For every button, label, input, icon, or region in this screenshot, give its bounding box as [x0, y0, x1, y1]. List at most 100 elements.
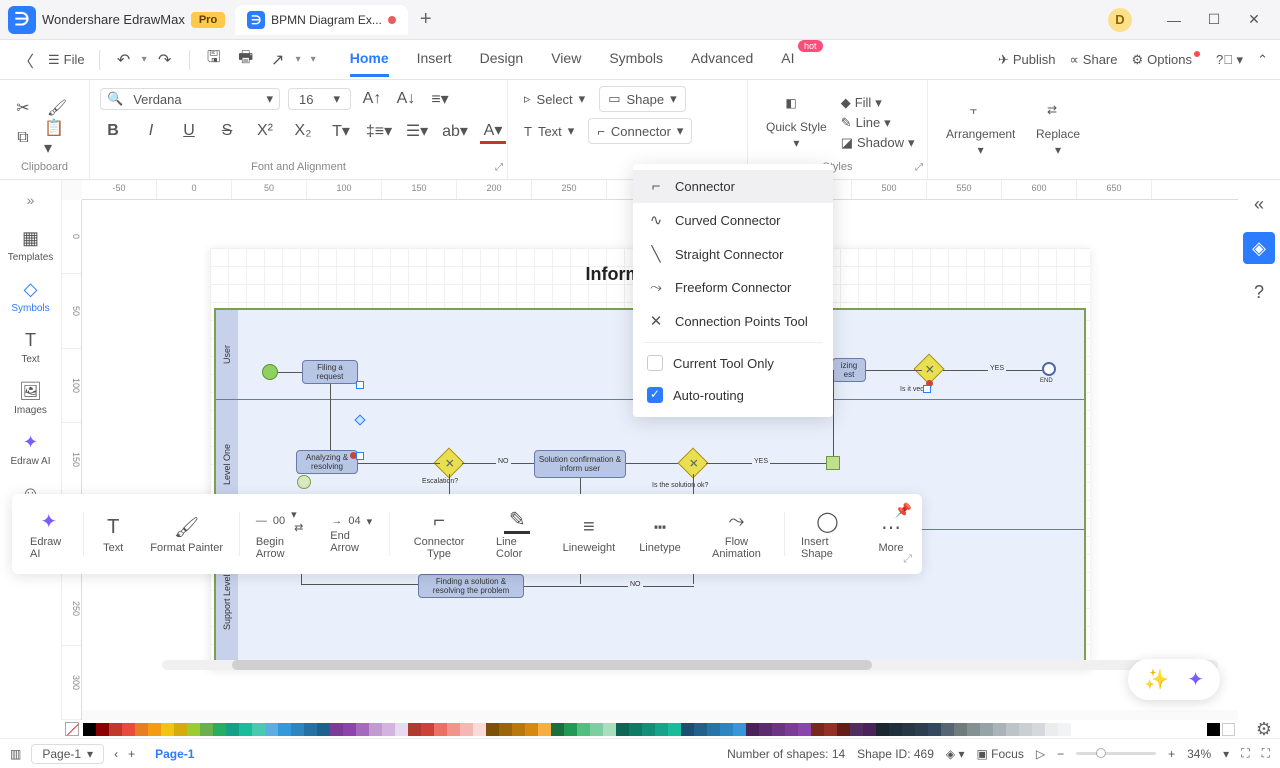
color-swatch[interactable]	[291, 723, 304, 736]
options-button[interactable]: ⚙ Options	[1132, 52, 1202, 68]
share-button[interactable]: ∝ Share	[1070, 52, 1118, 68]
quick-style-button[interactable]: ◧Quick Style▾	[758, 92, 835, 154]
color-swatch[interactable]	[681, 723, 694, 736]
color-swatch[interactable]	[941, 723, 954, 736]
ft-insert-shape[interactable]: ◯Insert Shape	[793, 504, 862, 564]
focus-button[interactable]: ▣ Focus	[977, 747, 1024, 761]
color-swatch[interactable]	[837, 723, 850, 736]
connector-tool[interactable]: ⌐ Connector ▾	[588, 118, 692, 144]
case-button[interactable]: ab▾	[442, 118, 468, 144]
arrangement-button[interactable]: ⫟Arrangement▾	[938, 99, 1023, 161]
color-swatch[interactable]	[772, 723, 785, 736]
freeform-connector-option[interactable]: ⤳Freeform Connector	[633, 271, 833, 304]
settings-gear-icon[interactable]: ⚙	[1256, 719, 1272, 740]
add-page-button[interactable]: +	[128, 747, 135, 761]
color-swatch[interactable]	[512, 723, 525, 736]
increase-font-button[interactable]: A↑	[359, 86, 385, 112]
color-swatch[interactable]	[694, 723, 707, 736]
font-size-select[interactable]: 16▾	[288, 88, 351, 110]
color-swatch[interactable]	[304, 723, 317, 736]
color-swatch[interactable]	[161, 723, 174, 736]
color-swatch[interactable]	[629, 723, 642, 736]
tab-ai[interactable]: AIhot	[781, 42, 794, 77]
tab-symbols[interactable]: Symbols	[609, 42, 663, 77]
zoom-out-button[interactable]: −	[1057, 747, 1064, 761]
ft-line-color[interactable]: ✎Line Color	[488, 504, 547, 564]
color-swatch[interactable]	[460, 723, 473, 736]
minimize-button[interactable]: —	[1156, 6, 1192, 34]
color-swatch[interactable]	[395, 723, 408, 736]
color-swatch[interactable]	[252, 723, 265, 736]
ft-edraw-ai[interactable]: ✦Edraw AI	[22, 504, 75, 564]
color-swatch[interactable]	[993, 723, 1006, 736]
color-swatch[interactable]	[1222, 723, 1235, 736]
copy-button[interactable]: ⧉	[10, 125, 36, 151]
straight-connector-option[interactable]: ╲Straight Connector	[633, 237, 833, 271]
replace-button[interactable]: ⇄Replace▾	[1028, 99, 1088, 161]
color-swatch[interactable]	[174, 723, 187, 736]
redo-button[interactable]: ↷	[151, 46, 179, 74]
color-swatch[interactable]	[798, 723, 811, 736]
color-swatch[interactable]	[525, 723, 538, 736]
collapse-ribbon-button[interactable]: ⌃	[1257, 52, 1268, 68]
shadow-button[interactable]: ◪ Shadow ▾	[841, 135, 915, 151]
tab-view[interactable]: View	[551, 42, 581, 77]
pin-icon[interactable]: 📌	[895, 502, 912, 519]
italic-button[interactable]: I	[138, 118, 164, 144]
save-button[interactable]: 🖫	[200, 46, 228, 74]
page-tab[interactable]: Page-1	[145, 747, 204, 761]
color-swatch[interactable]	[902, 723, 915, 736]
print-button[interactable]: 🖶	[232, 46, 260, 74]
text-highlight-button[interactable]: T▾	[328, 118, 354, 144]
color-swatch[interactable]	[122, 723, 135, 736]
underline-button[interactable]: U	[176, 118, 202, 144]
maximize-button[interactable]: ☐	[1196, 6, 1232, 34]
tab-design[interactable]: Design	[480, 42, 524, 77]
end-event[interactable]	[1042, 362, 1056, 376]
color-swatch[interactable]	[746, 723, 759, 736]
ft-lineweight[interactable]: ≡Lineweight	[555, 510, 624, 558]
color-swatch[interactable]	[239, 723, 252, 736]
undo-button[interactable]: ↶	[110, 46, 138, 74]
color-swatch[interactable]	[876, 723, 889, 736]
paste-button[interactable]: 📋▾	[44, 125, 70, 151]
fullscreen-icon[interactable]: ⛶	[1262, 746, 1270, 761]
magic-wand-icon[interactable]: ✨	[1144, 667, 1169, 692]
horizontal-scrollbar[interactable]	[162, 660, 1218, 670]
color-swatch[interactable]	[278, 723, 291, 736]
lane-user[interactable]: User	[216, 310, 238, 399]
task-solution-confirm[interactable]: Solution confirmation & inform user	[534, 450, 626, 478]
color-swatch[interactable]	[538, 723, 551, 736]
strikethrough-button[interactable]: S	[214, 118, 240, 144]
help-button[interactable]: ?⃝ ▾	[1216, 52, 1243, 68]
close-button[interactable]: ✕	[1236, 6, 1272, 34]
color-swatch[interactable]	[343, 723, 356, 736]
sidebar-templates[interactable]: ▦Templates	[8, 226, 54, 263]
color-swatch[interactable]	[317, 723, 330, 736]
expand-icon[interactable]: ⤢	[903, 553, 912, 566]
color-swatch[interactable]	[1058, 723, 1071, 736]
color-swatch[interactable]	[733, 723, 746, 736]
task-finding[interactable]: Finding a solution & resolving the probl…	[418, 574, 524, 598]
new-tab-button[interactable]: +	[420, 8, 432, 31]
sidebar-symbols[interactable]: ◇Symbols	[11, 277, 49, 314]
fill-button[interactable]: ◆ Fill ▾	[841, 95, 915, 111]
layers-icon[interactable]: ◈ ▾	[946, 747, 965, 761]
color-swatch[interactable]	[200, 723, 213, 736]
color-swatch[interactable]	[564, 723, 577, 736]
sparkle-icon[interactable]: ✦	[1187, 667, 1204, 692]
color-swatch[interactable]	[1019, 723, 1032, 736]
auto-routing-checkbox[interactable]: Auto-routing	[633, 379, 833, 411]
color-swatch[interactable]	[499, 723, 512, 736]
expand-icon[interactable]: ⤢	[915, 162, 923, 173]
color-swatch[interactable]	[1045, 723, 1058, 736]
decrease-font-button[interactable]: A↓	[393, 86, 419, 112]
presentation-icon[interactable]: ▷	[1036, 747, 1045, 761]
user-avatar[interactable]: D	[1108, 8, 1132, 32]
font-color-button[interactable]: A▾	[480, 118, 506, 144]
color-swatch[interactable]	[96, 723, 109, 736]
color-swatch[interactable]	[83, 723, 96, 736]
color-swatch[interactable]	[1032, 723, 1045, 736]
cut-button[interactable]: ✂	[10, 95, 36, 121]
color-swatch[interactable]	[577, 723, 590, 736]
